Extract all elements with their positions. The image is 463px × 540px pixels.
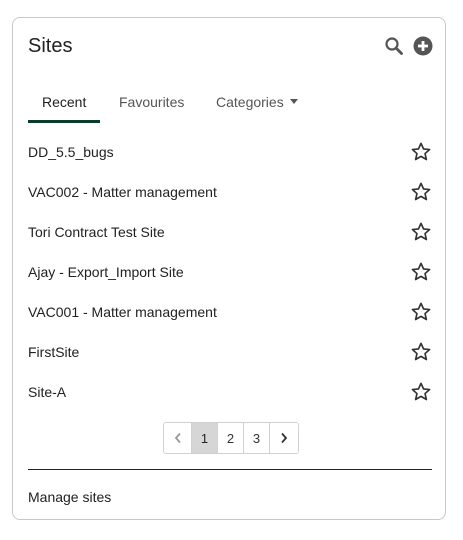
tab-favourites[interactable]: Favourites <box>119 88 184 122</box>
tab-recent-label: Recent <box>42 94 87 110</box>
site-link[interactable]: Site-A <box>28 382 66 402</box>
site-link[interactable]: VAC001 - Matter management <box>28 302 217 322</box>
star-icon[interactable] <box>410 301 432 323</box>
tab-favourites-label: Favourites <box>119 94 185 110</box>
star-icon[interactable] <box>410 141 432 163</box>
tab-categories[interactable]: Categories <box>216 88 298 122</box>
list-item: VAC001 - Matter management <box>28 294 432 334</box>
star-icon[interactable] <box>410 181 432 203</box>
site-link[interactable]: FirstSite <box>28 342 79 362</box>
list-item: Ajay - Export_Import Site <box>28 254 432 294</box>
site-link[interactable]: Ajay - Export_Import Site <box>28 262 184 282</box>
tab-categories-label: Categories <box>216 94 284 110</box>
star-icon[interactable] <box>410 341 432 363</box>
footer-divider <box>28 469 432 470</box>
sites-dashlet: Sites Recent Favourites Categories DD_5.… <box>12 17 446 520</box>
dashlet-title: Sites <box>28 35 73 57</box>
page-button-1[interactable]: 1 <box>192 423 218 453</box>
list-item: DD_5.5_bugs <box>28 134 432 174</box>
star-icon[interactable] <box>410 381 432 403</box>
next-page-button[interactable] <box>270 423 298 453</box>
site-link[interactable]: VAC002 - Matter management <box>28 182 217 202</box>
chevron-right-icon <box>281 432 288 444</box>
list-item: Tori Contract Test Site <box>28 214 432 254</box>
manage-sites-link[interactable]: Manage sites <box>28 488 111 506</box>
star-icon[interactable] <box>410 221 432 243</box>
active-tab-indicator <box>28 120 100 123</box>
site-link[interactable]: DD_5.5_bugs <box>28 142 114 162</box>
site-list: DD_5.5_bugs VAC002 - Matter management T… <box>28 134 432 414</box>
list-item: VAC002 - Matter management <box>28 174 432 214</box>
page-button-2[interactable]: 2 <box>218 423 244 453</box>
list-item: FirstSite <box>28 334 432 374</box>
list-item: Site-A <box>28 374 432 414</box>
page-button-3[interactable]: 3 <box>244 423 270 453</box>
caret-down-icon <box>289 98 298 104</box>
add-circle-icon[interactable] <box>413 36 433 56</box>
star-icon[interactable] <box>410 261 432 283</box>
chevron-left-icon <box>174 432 181 444</box>
search-icon[interactable] <box>384 36 404 56</box>
pagination: 1 2 3 <box>163 422 299 454</box>
previous-page-button[interactable] <box>164 423 192 453</box>
sites-tabs: Recent Favourites Categories <box>28 88 432 124</box>
tab-recent[interactable]: Recent <box>42 88 86 122</box>
site-link[interactable]: Tori Contract Test Site <box>28 222 165 242</box>
